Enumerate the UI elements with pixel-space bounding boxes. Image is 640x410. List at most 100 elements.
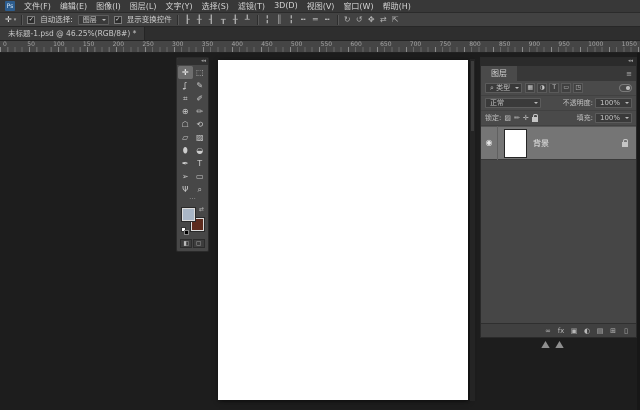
- scrollbar-thumb[interactable]: [471, 61, 474, 131]
- distribute-bottom-icon[interactable]: ╏: [287, 13, 296, 26]
- tool-path-select[interactable]: ➢: [178, 170, 193, 183]
- align-left-icon[interactable]: ┠: [183, 13, 192, 26]
- filter-adjustment-icon[interactable]: ◑: [537, 83, 548, 93]
- tab-layers[interactable]: 图层: [481, 66, 517, 81]
- new-layer-icon[interactable]: ⊞: [609, 327, 617, 335]
- lock-transparent-icon[interactable]: ▨: [504, 114, 511, 122]
- menu-item[interactable]: 编辑(E): [60, 1, 87, 12]
- toolbox-panel: ◂◂ ✛ ⬚ ʆ ✎ ⌗ ✐ ⊕ ✏ ☖ ⟲ ▱ ▨ ⬮ ◒ ✒ T ➢ ▭ Ψ ⌕ ··· ⇄ ◧ ▢: [176, 57, 209, 252]
- auto-select-dropdown[interactable]: 图层: [77, 14, 109, 25]
- tool-preset-picker[interactable]: ✛ ▾: [5, 15, 16, 24]
- align-bottom-icon[interactable]: ┸: [243, 13, 252, 26]
- blend-mode-dropdown[interactable]: 正常: [485, 98, 541, 108]
- distribute-middle-icon[interactable]: ║: [275, 13, 284, 26]
- filter-toggle[interactable]: [619, 84, 632, 92]
- fill-value-dropdown[interactable]: 100%: [594, 113, 632, 123]
- tool-gradient[interactable]: ▨: [193, 131, 208, 144]
- tool-blur[interactable]: ⬮: [178, 144, 193, 157]
- menu-item[interactable]: 3D(D): [274, 1, 298, 12]
- dock-grip-icon[interactable]: [541, 341, 550, 348]
- auto-select-checkbox[interactable]: ✓: [27, 15, 36, 24]
- quick-mask-button[interactable]: ◧: [180, 239, 193, 248]
- tool-crop[interactable]: ⌗: [178, 92, 193, 105]
- toolbox-collapse-icon[interactable]: ◂◂: [177, 58, 208, 65]
- separator: [176, 14, 178, 25]
- tool-marquee[interactable]: ⬚: [193, 66, 208, 79]
- show-transform-checkbox[interactable]: ✓: [113, 15, 122, 24]
- tool-eyedropper[interactable]: ✐: [193, 92, 208, 105]
- menu-item[interactable]: 滤镜(T): [238, 1, 265, 12]
- dock-grip-icon[interactable]: [555, 341, 564, 348]
- menu-item[interactable]: 窗口(W): [343, 1, 373, 12]
- 3d-slide-icon[interactable]: ⇄: [379, 13, 388, 26]
- add-mask-icon[interactable]: ▣: [570, 327, 578, 335]
- adjustment-layer-icon[interactable]: ◐: [583, 327, 591, 335]
- filter-kind-dropdown[interactable]: ⌕ 类型: [485, 83, 523, 93]
- swap-colors-icon[interactable]: ⇄: [199, 206, 204, 213]
- menu-item[interactable]: 帮助(H): [383, 1, 411, 12]
- fill-control: 填充: 100%: [577, 113, 632, 123]
- menu-item[interactable]: 图层(L): [130, 1, 157, 12]
- separator: [256, 14, 258, 25]
- 3d-rotate-icon[interactable]: ↻: [343, 13, 352, 26]
- distribute-top-icon[interactable]: ╏: [263, 13, 272, 26]
- more-tools-icon[interactable]: ···: [177, 196, 208, 205]
- layer-row-background[interactable]: ◉ 背景: [481, 126, 636, 160]
- lock-pixels-icon[interactable]: ✏: [514, 114, 520, 122]
- new-group-icon[interactable]: ▤: [596, 327, 604, 335]
- layer-filter-row: ⌕ 类型 ▦ ◑ T ▭ ◳: [481, 81, 636, 96]
- 3d-drag-icon[interactable]: ✥: [367, 13, 376, 26]
- tool-lasso[interactable]: ʆ: [178, 79, 193, 92]
- filter-smart-object-icon[interactable]: ◳: [573, 83, 584, 93]
- align-center-h-icon[interactable]: ╂: [195, 13, 204, 26]
- tool-move[interactable]: ✛: [178, 66, 193, 79]
- tool-spot-heal[interactable]: ⊕: [178, 105, 193, 118]
- filter-pixel-icon[interactable]: ▦: [525, 83, 536, 93]
- tool-pen[interactable]: ✒: [178, 157, 193, 170]
- tool-type[interactable]: T: [193, 157, 208, 170]
- tool-dodge[interactable]: ◒: [193, 144, 208, 157]
- layer-thumbnail[interactable]: [505, 129, 526, 157]
- menu-item[interactable]: 文件(F): [24, 1, 51, 12]
- menu-item[interactable]: 文字(Y): [165, 1, 192, 12]
- distribute-left-icon[interactable]: ╍: [299, 13, 308, 26]
- tool-shape[interactable]: ▭: [193, 170, 208, 183]
- menu-item[interactable]: 选择(S): [202, 1, 229, 12]
- align-right-icon[interactable]: ┨: [207, 13, 216, 26]
- visibility-eye-icon[interactable]: ◉: [481, 126, 498, 160]
- lock-all-icon[interactable]: [531, 114, 538, 122]
- menu-item[interactable]: 图像(I): [96, 1, 121, 12]
- align-top-icon[interactable]: ┰: [219, 13, 228, 26]
- align-middle-icon[interactable]: ╂: [231, 13, 240, 26]
- delete-layer-icon[interactable]: ▯: [622, 327, 630, 335]
- dock-collapse-icon[interactable]: ◂◂: [481, 58, 636, 66]
- filter-type-icon[interactable]: T: [549, 83, 560, 93]
- layer-style-icon[interactable]: fx: [557, 327, 565, 335]
- fill-label: 填充:: [576, 114, 593, 122]
- lock-position-icon[interactable]: ✛: [523, 114, 529, 122]
- document-scrollbar[interactable]: [470, 59, 475, 401]
- screen-mode-button[interactable]: ▢: [192, 239, 205, 248]
- horizontal-ruler[interactable]: 0 50 100 150 200 250 300 350 400 450 500 550 600 650 7…: [0, 41, 640, 53]
- tool-brush[interactable]: ✏: [193, 105, 208, 118]
- menu-item[interactable]: 视图(V): [307, 1, 335, 12]
- lock-icons-group: ▨ ✏ ✛: [504, 114, 538, 122]
- tool-history-brush[interactable]: ⟲: [193, 118, 208, 131]
- distribute-center-icon[interactable]: ═: [311, 13, 320, 26]
- tool-eraser[interactable]: ▱: [178, 131, 193, 144]
- document-tab[interactable]: 未标题-1.psd @ 46.25%(RGB/8#) *: [0, 27, 146, 40]
- filter-shape-icon[interactable]: ▭: [561, 83, 572, 93]
- default-colors-icon[interactable]: [181, 227, 191, 237]
- tool-clone-stamp[interactable]: ☖: [178, 118, 193, 131]
- link-layers-icon[interactable]: ∞: [544, 327, 552, 335]
- opacity-value-dropdown[interactable]: 100%: [594, 98, 632, 108]
- move-tool-icon: ✛: [5, 15, 12, 24]
- foreground-color-swatch[interactable]: [182, 208, 195, 221]
- distribute-right-icon[interactable]: ╍: [323, 13, 332, 26]
- toolbox-bottom-buttons: ◧ ▢: [177, 237, 208, 251]
- tool-quick-select[interactable]: ✎: [193, 79, 208, 92]
- document-canvas[interactable]: [218, 60, 468, 400]
- panel-menu-icon[interactable]: ≡: [626, 70, 636, 78]
- 3d-roll-icon[interactable]: ↺: [355, 13, 364, 26]
- 3d-scale-icon[interactable]: ⇱: [391, 13, 400, 26]
